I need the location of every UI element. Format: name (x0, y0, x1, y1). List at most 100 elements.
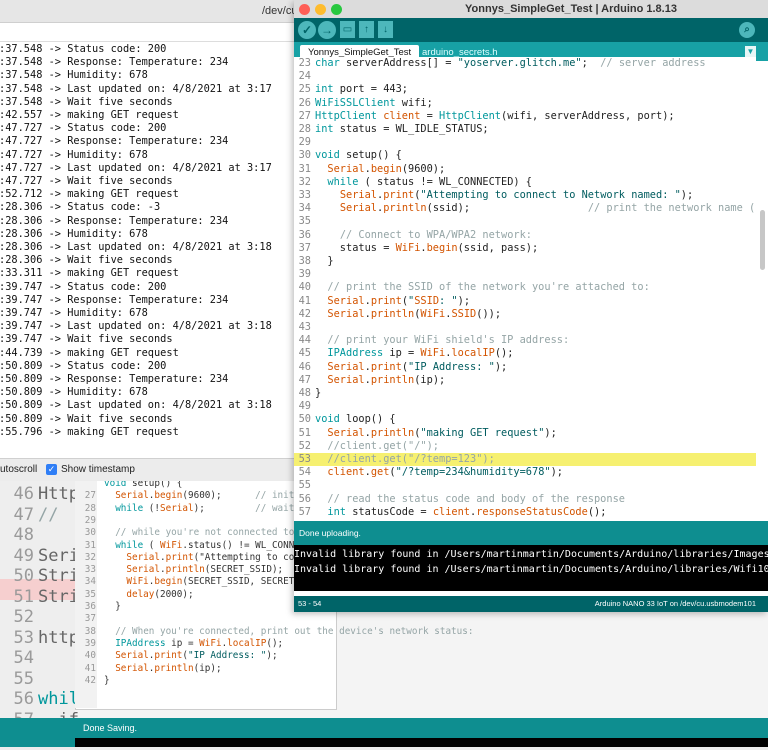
board-port-info: Arduino NANO 33 IoT on /dev/cu.usbmodem1… (594, 599, 756, 608)
line-number: 27 (298, 109, 311, 122)
arduino-ide-window: Yonnys_SimpleGet_Test | Arduino 1.8.13 ✓… (294, 0, 768, 612)
line-number: 37 (298, 241, 311, 254)
code-line[interactable]: 47 Serial.println(ip); (294, 374, 756, 387)
code-line[interactable]: 39 (294, 268, 756, 281)
secondary-line-number: 40 (84, 650, 96, 662)
code-line[interactable]: 41 Serial.print("SSID: "); (294, 295, 756, 308)
line-number: 28 (298, 123, 311, 135)
secondary-line-number: 34 (84, 576, 96, 588)
code-line[interactable]: 30 void setup() { (294, 149, 756, 162)
code-line[interactable]: 32 while ( status != WL_CONNECTED) { (294, 176, 756, 189)
code-line[interactable]: 56 // read the status code and body of t… (294, 493, 756, 506)
code-line[interactable]: 40 // print the SSID of the network you'… (294, 281, 756, 294)
background-line-number: 47 (13, 504, 34, 525)
code-line[interactable]: 54 client.get("/?temp=234&humidity=678")… (294, 466, 756, 479)
save-sketch-button[interactable]: ↓ (378, 21, 393, 38)
secondary-code-line[interactable]: 38 // When you're connected, print out t… (82, 625, 474, 638)
serial-log-line: :47.727 -> Last updated on: 4/8/2021 at … (0, 161, 272, 174)
line-number: 44 (298, 334, 311, 347)
upload-button[interactable]: → (318, 21, 336, 39)
minimize-window-button[interactable] (315, 4, 326, 15)
line-number: 24 (298, 70, 311, 83)
secondary-code-line[interactable]: 35 delay(2000); (82, 589, 194, 601)
serial-log-line: :28.306 -> Last updated on: 4/8/2021 at … (0, 241, 272, 253)
code-line[interactable]: 25 int port = 443; (294, 83, 756, 96)
code-line[interactable]: 57 int statusCode = client.responseStatu… (294, 506, 756, 519)
line-number: 25 (298, 83, 311, 96)
secondary-code-line[interactable]: 27 Serial.begin(9600); // initial (82, 490, 311, 502)
code-line[interactable]: 29 (294, 136, 756, 149)
serial-log-line: :42.557 -> making GET request (0, 109, 179, 121)
secondary-code-line[interactable]: 32 Serial.print("Attempting to conn (82, 552, 306, 564)
code-line[interactable]: 35 (294, 215, 756, 228)
code-line[interactable]: 23 char serverAddress[] = "yoserver.glitc… (294, 57, 756, 70)
code-line[interactable]: 50 void loop() { (294, 413, 756, 426)
line-number: 57 (298, 505, 311, 518)
code-text: HttpClient client = HttpClient(wifi, ser… (315, 109, 675, 122)
code-text: // Connect to WPA/WPA2 network: (339, 228, 532, 241)
secondary-code-line[interactable]: 34 WiFi.begin(SECRET_SSID, SECRET_P (82, 576, 306, 588)
serial-monitor-button[interactable]: ⌕ (739, 22, 755, 38)
code-line[interactable]: 28 int status = WL_IDLE_STATUS; (294, 123, 756, 136)
serial-log-line: :39.747 -> Last updated on: 4/8/2021 at … (0, 320, 272, 333)
secondary-code-line[interactable]: 39 IPAddress ip = WiFi.localIP(); (82, 638, 283, 650)
line-number: 54 (298, 466, 311, 479)
code-line[interactable]: 37 status = WiFi.begin(ssid, pass); (294, 242, 756, 255)
secondary-code-line[interactable]: 31 while ( WiFi.status() != WL_CONNEC (82, 540, 306, 552)
secondary-code-text: // When you're connected, print out the … (115, 625, 474, 637)
verify-button[interactable]: ✓ (298, 21, 316, 39)
show-timestamp-checkbox[interactable]: ✓ (46, 464, 57, 475)
secondary-code-line[interactable]: 30 // while you're not connected to a (82, 527, 306, 539)
code-text: IPAddress ip = WiFi.localIP(); (327, 347, 514, 360)
code-line[interactable]: 42 Serial.println(WiFi.SSID()); (294, 308, 756, 321)
serial-log-line: :37.548 -> Last updated on: 4/8/2021 at … (0, 82, 272, 95)
code-editor[interactable]: 23 char serverAddress[] = "yoserver.glitc… (294, 57, 756, 519)
secondary-code-line[interactable]: 41 Serial.println(ip); (82, 663, 222, 675)
serial-log-line: :47.727 -> Status code: 200 (0, 122, 167, 135)
secondary-code-line[interactable]: 36 } (82, 601, 121, 613)
line-number: 42 (298, 307, 311, 320)
line-number: 35 (298, 215, 311, 228)
code-line[interactable]: 55 (294, 479, 756, 492)
code-line[interactable]: 26 WiFiSSLClient wifi; (294, 97, 756, 110)
close-window-button[interactable] (299, 4, 310, 15)
code-line[interactable]: 51 Serial.println("making GET request"); (294, 427, 756, 440)
autoscroll-checkbox-label[interactable]: utoscroll (0, 459, 37, 481)
open-sketch-button[interactable]: ↑ (359, 21, 374, 38)
code-text: while ( status != WL_CONNECTED) { (327, 175, 532, 188)
code-line[interactable]: 49 (294, 400, 756, 413)
code-line[interactable]: 53 //client.get("/?temp=123"); (294, 453, 756, 467)
new-sketch-button[interactable]: ▭ (340, 21, 355, 38)
editor-scrollbar[interactable] (760, 210, 765, 270)
code-line[interactable]: 34 Serial.println(ssid); // print the ne… (294, 202, 756, 215)
serial-log-line: :28.306 -> Response: Temperature: 234 (0, 214, 229, 227)
code-line[interactable]: 36 // Connect to WPA/WPA2 network: (294, 229, 756, 242)
code-line[interactable]: 48} (294, 387, 756, 400)
code-line[interactable]: 27 HttpClient client = HttpClient(wifi, s… (294, 110, 756, 123)
serial-log-line: :50.809 -> Last updated on: 4/8/2021 at … (0, 399, 272, 412)
code-line[interactable]: 43 (294, 321, 756, 334)
serial-log-line: :37.548 -> Status code: 200 (0, 43, 167, 55)
code-line[interactable]: 33 Serial.print("Attempting to connect t… (294, 189, 756, 202)
code-line[interactable]: 24 (294, 70, 756, 83)
secondary-code-line[interactable]: 40 Serial.print("IP Address: "); (82, 650, 278, 662)
serial-log-line: :37.548 -> Wait five seconds (0, 95, 173, 108)
tabs-menu-button[interactable]: ▼ (745, 46, 756, 57)
code-text: int port = 443; (315, 83, 409, 96)
zoom-window-button[interactable] (331, 4, 342, 15)
code-line[interactable]: 38 } (294, 255, 756, 268)
code-line[interactable]: 52 //client.get("/"); (294, 440, 756, 453)
secondary-code-line[interactable]: 29 (82, 515, 104, 527)
code-line[interactable]: 46 Serial.print("IP Address: "); (294, 361, 756, 374)
serial-send-input[interactable] (0, 23, 294, 42)
secondary-code-line[interactable]: 28 while (!Serial); // wait fo (82, 503, 311, 515)
code-line[interactable]: 31 Serial.begin(9600); (294, 163, 756, 176)
line-number: 56 (298, 492, 311, 505)
code-text: Serial.println("making GET request"); (327, 426, 557, 439)
secondary-code-line[interactable]: 42} (82, 675, 110, 687)
secondary-code-line[interactable]: 33 Serial.println(SECRET_SSID); (82, 564, 283, 576)
serial-log-line: :37.548 -> Humidity: 678 (0, 69, 148, 82)
code-line[interactable]: 45 IPAddress ip = WiFi.localIP(); (294, 347, 756, 360)
code-line[interactable]: 44 // print your WiFi shield's IP addres… (294, 334, 756, 347)
secondary-code-line[interactable]: 37 (82, 613, 104, 625)
